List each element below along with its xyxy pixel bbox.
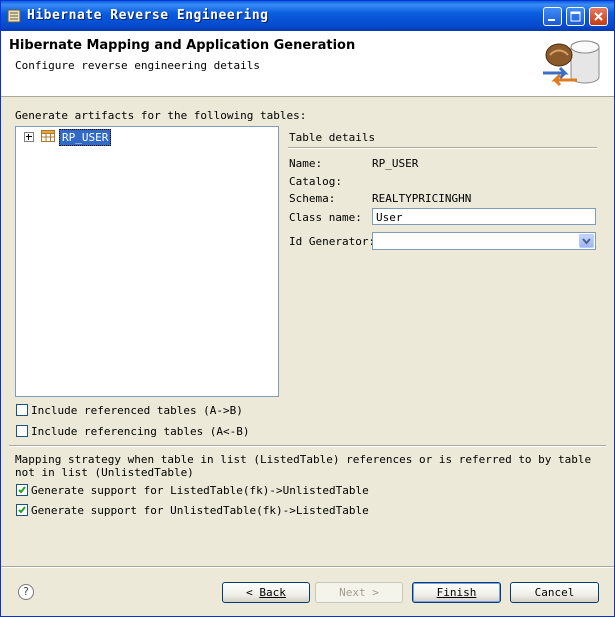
page-title: Hibernate Mapping and Application Genera…	[9, 38, 356, 53]
id-generator-select[interactable]	[372, 232, 596, 250]
finish-label: Finish	[436, 586, 477, 599]
dialog-window: Hibernate Reverse Engineering Hibernate …	[0, 0, 615, 617]
title-bar[interactable]: Hibernate Reverse Engineering	[1, 1, 614, 31]
maximize-button[interactable]	[566, 7, 585, 26]
page-subtitle: Configure reverse engineering details	[15, 59, 261, 72]
options-separator	[9, 445, 606, 447]
tables-tree[interactable]: RP_USER	[15, 126, 279, 397]
back-button[interactable]: < Back	[222, 582, 310, 603]
checkmark-icon	[18, 486, 26, 494]
finish-button[interactable]: Finish	[412, 582, 501, 603]
back-label: Back	[259, 586, 286, 599]
include-referenced-checkbox[interactable]	[16, 404, 28, 416]
chevron-right-icon: >	[365, 586, 379, 599]
class-name-input[interactable]: User	[372, 208, 596, 225]
wizard-header: Hibernate Mapping and Application Genera…	[1, 31, 614, 97]
support-listed-checkbox[interactable]	[16, 484, 28, 496]
checkmark-icon	[18, 506, 26, 514]
support-listed-label: Generate support for ListedTable(fk)->Un…	[31, 484, 369, 497]
close-icon	[594, 12, 603, 21]
window-title: Hibernate Reverse Engineering	[27, 8, 269, 23]
help-icon[interactable]: ?	[18, 584, 34, 600]
hibernate-app-icon	[7, 9, 21, 23]
next-button[interactable]: Next >	[315, 582, 403, 603]
catalog-label: Catalog:	[289, 175, 342, 188]
include-referencing-checkbox[interactable]	[16, 425, 28, 437]
cancel-label: Cancel	[534, 586, 575, 599]
name-value: RP_USER	[372, 157, 419, 170]
expand-icon[interactable]	[24, 132, 34, 142]
tables-label: Generate artifacts for the following tab…	[15, 109, 307, 122]
id-generator-label: Id Generator:	[289, 235, 376, 248]
include-referencing-label: Include referencing tables (A<-B)	[31, 425, 250, 438]
mapping-strategy-label: Mapping strategy when table in list (Lis…	[15, 453, 592, 479]
name-label: Name:	[289, 157, 323, 170]
table-details-heading: Table details	[289, 131, 376, 144]
dropdown-button[interactable]	[579, 234, 594, 248]
class-name-label: Class name:	[289, 211, 362, 224]
footer-separator	[1, 566, 614, 568]
include-referenced-label: Include referenced tables (A->B)	[31, 404, 243, 417]
chevron-left-icon: <	[246, 586, 260, 599]
schema-value: REALTYPRICINGHN	[372, 192, 472, 205]
table-icon	[41, 130, 55, 142]
maximize-icon	[570, 11, 581, 22]
minimize-icon	[548, 19, 555, 21]
close-button[interactable]	[589, 7, 608, 26]
database-mapping-icon	[543, 40, 600, 87]
chevron-down-icon	[582, 238, 591, 245]
details-separator	[288, 147, 597, 149]
schema-label: Schema:	[289, 192, 336, 205]
support-unlisted-label: Generate support for UnlistedTable(fk)->…	[31, 504, 369, 517]
tree-item-label: RP_USER	[59, 129, 112, 146]
minimize-button[interactable]	[543, 7, 562, 26]
support-unlisted-checkbox[interactable]	[16, 504, 28, 516]
cancel-button[interactable]: Cancel	[510, 582, 599, 603]
next-label: Next	[339, 586, 366, 599]
